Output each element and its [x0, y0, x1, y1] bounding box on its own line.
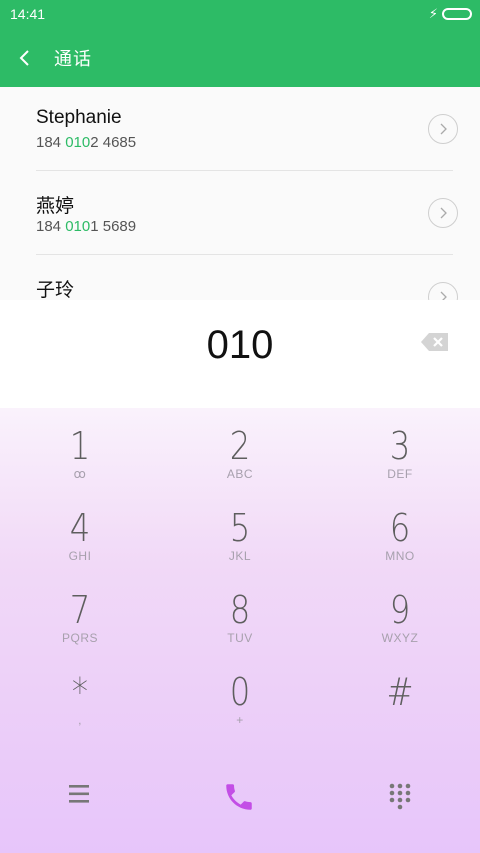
bolt-icon: ⚡: [428, 6, 438, 21]
chevron-right-icon: [440, 207, 447, 219]
key-8[interactable]: 8 TUV: [160, 572, 320, 654]
menu-icon: [69, 785, 89, 803]
chevron-right-icon: [440, 291, 447, 300]
key-3[interactable]: 3 DEF: [320, 408, 480, 490]
contact-item[interactable]: 子玲: [36, 255, 458, 300]
contact-name: 子玲: [36, 280, 75, 300]
dialer-screen: 14:41 ⚡ 通话 Stephanie 184 0102 4685 燕婷 18…: [0, 0, 480, 853]
contact-number: 184 0101 5689: [36, 218, 137, 235]
key-0[interactable]: 0 +: [160, 654, 320, 736]
contact-name: 燕婷: [36, 196, 75, 217]
key-1[interactable]: 1 ꝏ: [0, 408, 160, 490]
contact-item[interactable]: 燕婷 184 0101 5689: [36, 171, 458, 255]
backspace-button[interactable]: [420, 332, 450, 357]
call-button[interactable]: [222, 780, 256, 819]
dialpad-icon: [389, 783, 411, 810]
number-entry: 010: [0, 300, 480, 408]
key-4[interactable]: 4 GHI: [0, 490, 160, 572]
backspace-icon: [421, 333, 448, 351]
key-2[interactable]: 2 ABC: [160, 408, 320, 490]
number-match: 010: [65, 218, 91, 235]
status-bar: 14:41 ⚡: [0, 0, 480, 28]
status-time: 14:41: [10, 6, 46, 22]
key-star[interactable]: * ,: [0, 654, 160, 736]
key-5[interactable]: 5 JKL: [160, 490, 320, 572]
phone-icon: [226, 784, 252, 810]
key-9[interactable]: 9 WXYZ: [320, 572, 480, 654]
chevron-right-icon: [440, 123, 447, 135]
number-match: 010: [65, 134, 91, 151]
battery-icon: [442, 8, 472, 20]
menu-button[interactable]: [66, 782, 94, 811]
page-title: 通话: [54, 48, 92, 69]
contact-results: Stephanie 184 0102 4685 燕婷 184 0101 5689…: [0, 87, 480, 300]
contact-item[interactable]: Stephanie 184 0102 4685: [36, 87, 458, 171]
voicemail-icon: ꝏ: [73, 467, 87, 481]
status-indicators: ⚡: [429, 6, 472, 22]
contact-name: Stephanie: [36, 107, 122, 128]
contact-detail-button[interactable]: [428, 282, 458, 300]
back-icon: [19, 49, 29, 66]
dialpad-button[interactable]: [388, 782, 412, 815]
key-7[interactable]: 7 PQRS: [0, 572, 160, 654]
app-header: 通话: [0, 28, 480, 87]
key-6[interactable]: 6 MNO: [320, 490, 480, 572]
dialed-number: 010: [206, 323, 274, 367]
contact-number: 184 0102 4685: [36, 134, 137, 151]
contact-detail-button[interactable]: [428, 114, 458, 144]
back-button[interactable]: [0, 28, 50, 87]
key-hash[interactable]: #: [320, 654, 480, 736]
contact-detail-button[interactable]: [428, 198, 458, 228]
